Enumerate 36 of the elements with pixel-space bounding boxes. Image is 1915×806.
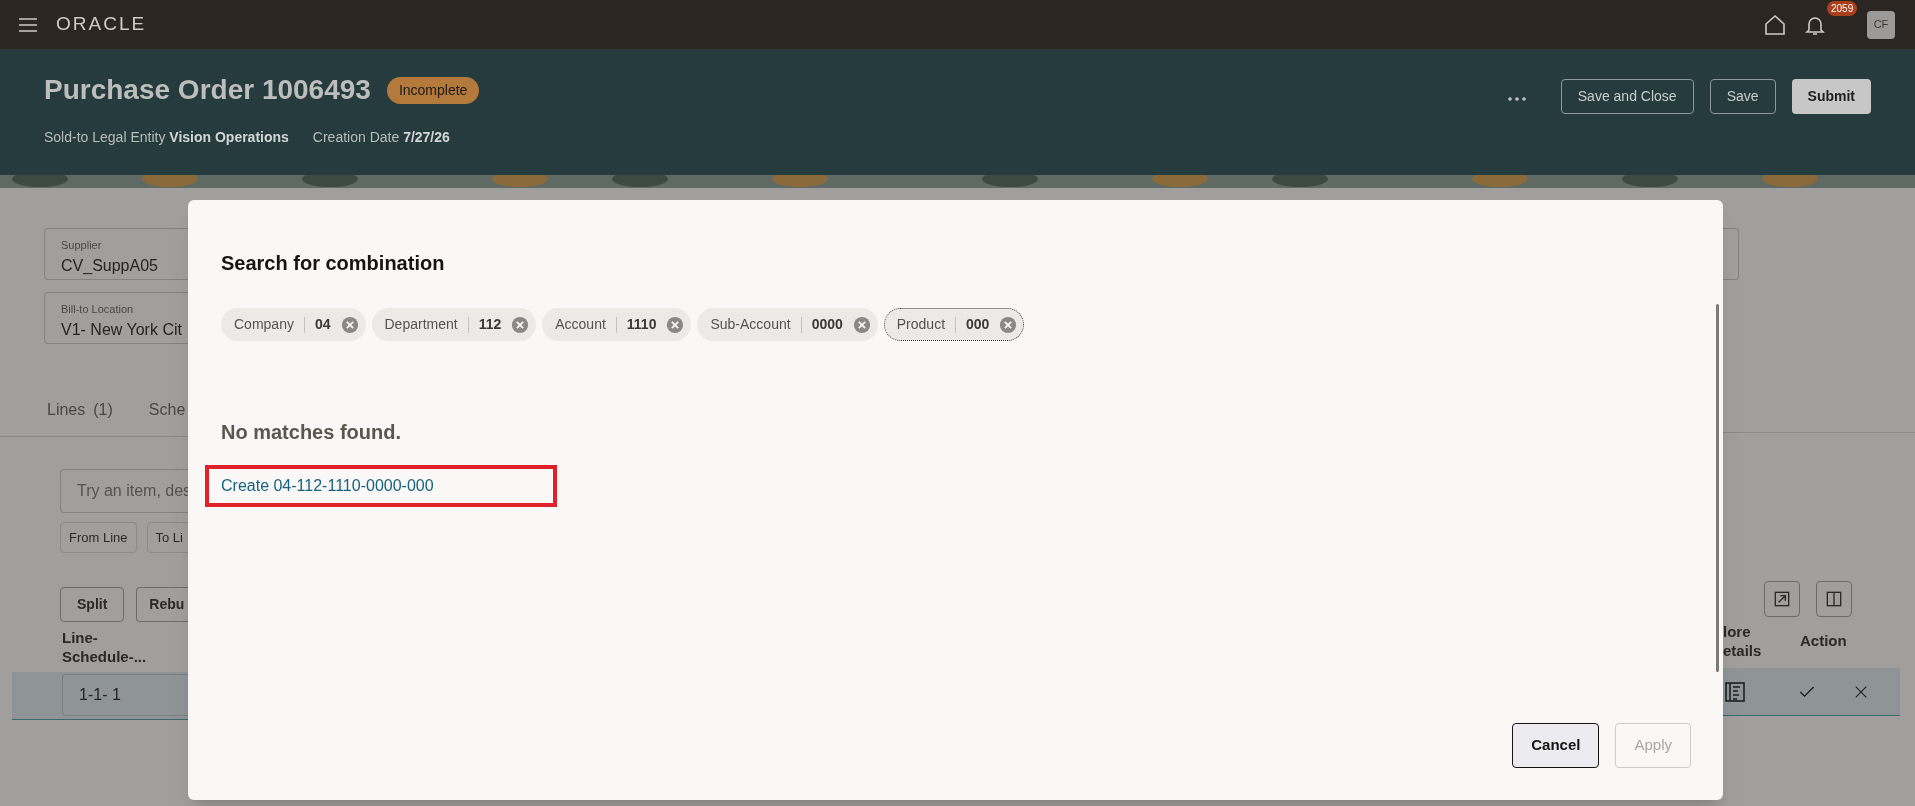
filter-chip[interactable]: Sub-Account 0000 [697,308,878,341]
header-button[interactable]: Save [1709,79,1776,114]
toolbar-button[interactable]: Split [60,587,125,622]
remove-icon[interactable] [511,315,530,334]
user-avatar[interactable]: CF [1867,10,1895,39]
page-title: Purchase Order 1006493 [44,73,371,107]
dialog-title: Search for combination [221,251,446,276]
header-button[interactable]: Submit [1791,79,1871,114]
open-in-icon [1772,589,1792,609]
tab[interactable]: Sche [148,398,186,422]
notification-count: 2059 [1827,0,1858,16]
filter-chip[interactable]: Account 1110 [542,308,692,341]
dialog-button[interactable]: Cancel [1512,723,1600,768]
tab[interactable]: Lines (1) [47,398,113,422]
header-fact: Sold-to Legal Entity Vision Operations [44,128,289,147]
header-button[interactable]: Save and Close [1560,79,1694,114]
oracle-logo: ORACLE [56,12,147,37]
status-badge: Incomplete [386,76,480,104]
filter-chip[interactable]: Product 000 [883,308,1025,341]
remove-icon[interactable] [999,315,1018,334]
columns-icon [1824,589,1844,609]
filter-chip[interactable]: Company 04 [221,308,366,341]
empty-message: No matches found. [221,420,402,445]
remove-icon[interactable] [852,315,871,334]
column-header: Line-Schedule-... [62,628,148,666]
home-icon[interactable] [1763,12,1787,37]
filter-chip[interactable]: From Line [60,522,137,553]
details-icon[interactable] [1723,679,1747,704]
remove-icon[interactable] [666,315,685,334]
column-header: lore etails [1723,622,1763,660]
split-view-button[interactable] [1816,581,1852,617]
column-header: Action [1800,630,1847,651]
expand-button[interactable] [1764,581,1800,617]
remove-icon[interactable] [340,315,359,334]
filter-chip[interactable]: Department 112 [371,308,537,341]
header-fact: Creation Date 7/27/26 [312,128,450,147]
